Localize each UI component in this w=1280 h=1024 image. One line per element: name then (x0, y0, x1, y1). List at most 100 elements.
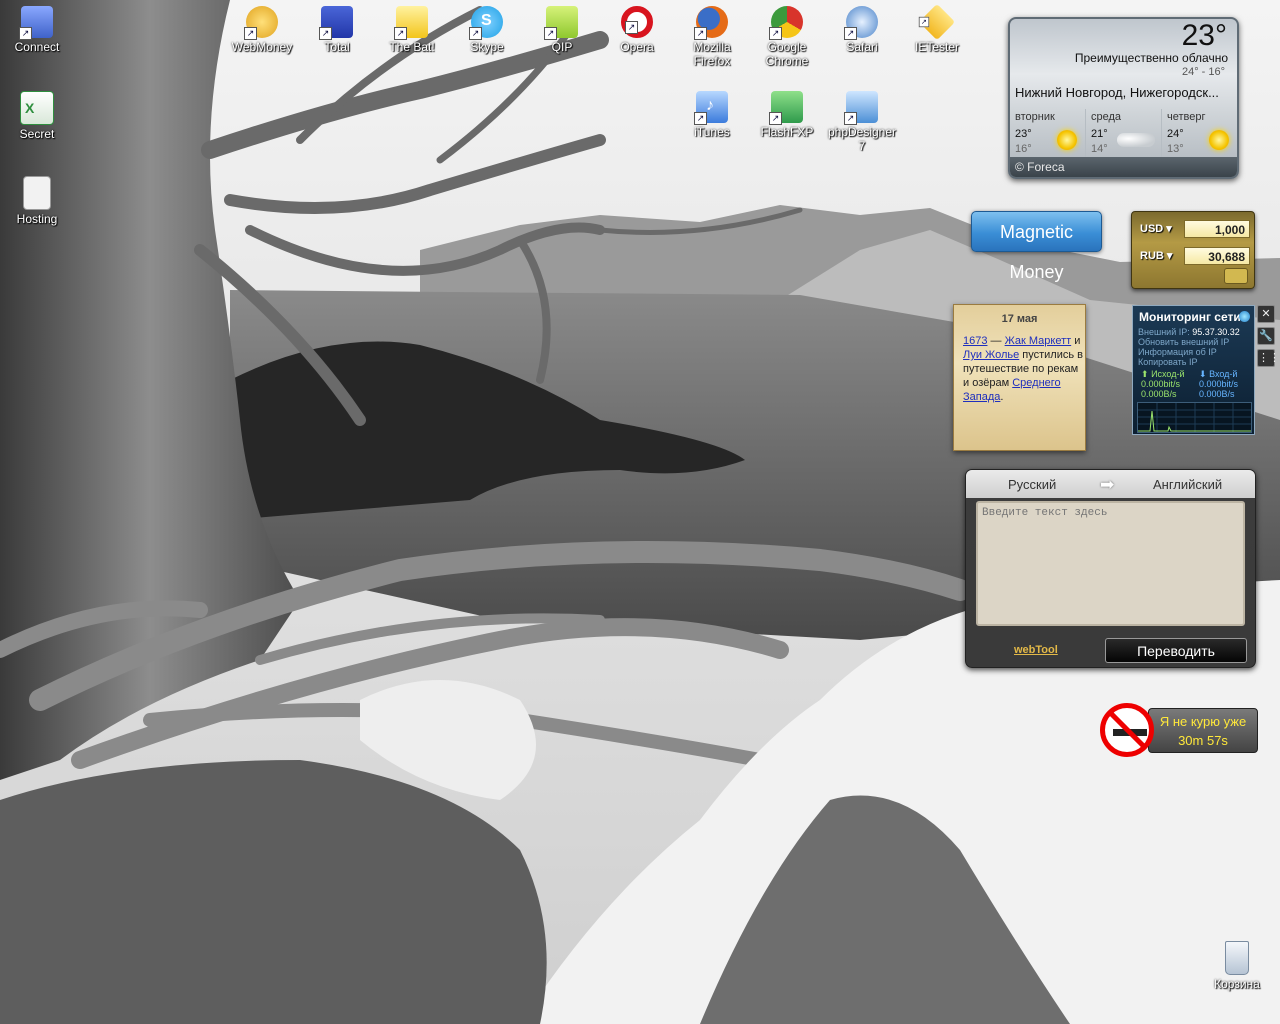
weather-forecast: вторник 23° 16° среда 21° 14° четверг 24… (1010, 109, 1237, 159)
desktop-icon-firefox[interactable]: ↗ Mozilla Firefox (674, 0, 750, 68)
chrome-icon: ↗ (769, 6, 803, 40)
flashfxp-icon: ↗ (769, 91, 803, 125)
sun-icon (1209, 130, 1229, 150)
target-language[interactable]: Английский (1153, 477, 1222, 492)
netmon-info-link[interactable]: Информация об IP (1138, 347, 1217, 357)
weather-provider-link[interactable]: © Foreca (1010, 157, 1237, 177)
desktop-icon-label: Корзина (1214, 977, 1260, 991)
desktop-icon-label: QIP (551, 40, 573, 54)
webmoney-icon: ↗ (244, 6, 278, 40)
webtool-link[interactable]: webTool (1014, 644, 1058, 656)
weather-gadget[interactable]: 23° Преимущественно облачно 24° - 16° Ни… (1008, 17, 1239, 179)
no-smoking-icon (1100, 703, 1154, 757)
forecast-day: среда 21° 14° (1086, 109, 1162, 159)
translation-input[interactable] (976, 501, 1245, 626)
forecast-low: 13° (1167, 143, 1184, 155)
desktop-icon-hosting[interactable]: Hosting (0, 170, 75, 226)
desktop-icon-flashfxp[interactable]: ↗ FlashFXP (749, 85, 825, 139)
desktop-icon-connect[interactable]: ↗ Connect (0, 0, 75, 54)
coins-icon (1224, 268, 1248, 284)
netmon-title: Мониторинг сети (1139, 310, 1241, 324)
netmon-ip: Внешний IP: 95.37.30.32 (1138, 327, 1240, 337)
desktop-icon-skype[interactable]: S ↗ Skype (449, 0, 525, 54)
currency-gadget[interactable]: USD ▾ 1,000 RUB ▾ 30,688 (1131, 211, 1255, 289)
firefox-icon: ↗ (694, 6, 728, 40)
forecast-day: четверг 24° 13° (1162, 109, 1237, 159)
opera-icon: ↗ (621, 6, 653, 38)
translator-gadget: Русский ➡ Английский webTool Переводить (965, 469, 1256, 668)
phpdesigner-icon: ↗ (844, 91, 878, 125)
desktop-icon-label: IETester (914, 40, 959, 54)
desktop-icon-label: Safari (846, 40, 878, 54)
forecast-day-name: вторник (1015, 111, 1055, 123)
forecast-low: 16° (1015, 143, 1032, 155)
desktop-icon-phpdesigner[interactable]: ↗ phpDesigner 7 (824, 85, 900, 153)
currency-value[interactable]: 1,000 (1184, 220, 1250, 238)
desktop-icon-label: Secret (19, 127, 55, 141)
history-date: 17 мая (1001, 313, 1038, 325)
desktop-icon-label: FlashFXP (760, 125, 814, 139)
history-person-link[interactable]: Луи Жолье (963, 349, 1019, 361)
currency-row-usd[interactable]: USD ▾ 1,000 (1138, 220, 1250, 240)
history-person-link[interactable]: Жак Маркетт (1005, 335, 1072, 347)
forecast-day-name: среда (1091, 111, 1122, 123)
globe-icon (1239, 311, 1250, 322)
netmon-refresh-link[interactable]: Обновить внешний IP (1138, 337, 1229, 347)
source-language[interactable]: Русский (1008, 477, 1056, 492)
upload-arrow-icon: ⬆ (1141, 369, 1149, 379)
recycle-bin-icon (1225, 941, 1249, 975)
currency-code[interactable]: RUB ▾ (1140, 249, 1172, 262)
traffic-graph (1137, 402, 1252, 433)
drag-handle-icon[interactable]: ⋮⋮ (1257, 349, 1280, 367)
swap-direction-arrow-icon[interactable]: ➡ (1100, 475, 1114, 495)
document-icon (23, 176, 51, 210)
quit-smoking-gadget: Я не курю уже 30m 57s (1100, 703, 1258, 758)
settings-wrench-icon[interactable]: 🔧 (1257, 327, 1275, 345)
forecast-high: 23° (1015, 128, 1032, 140)
weather-range: 24° - 16° (1181, 66, 1225, 78)
desktop-icon-label: WebMoney (231, 40, 293, 54)
the-bat-icon: ↗ (394, 6, 428, 40)
netmon-incoming: ⬇ Вход-й 0.000bit/s 0.000B/s (1199, 369, 1239, 399)
history-year-link[interactable]: 1673 (963, 335, 987, 347)
netmon-copy-link[interactable]: Копировать IP (1138, 357, 1197, 367)
forecast-high: 24° (1167, 128, 1184, 140)
currency-value[interactable]: 30,688 (1184, 247, 1250, 265)
history-text: 1673 — Жак Маркетт и Луи Жолье пустились… (963, 335, 1083, 403)
forecast-low: 14° (1091, 143, 1108, 155)
forecast-day: вторник 23° 16° (1010, 109, 1086, 159)
desktop-icon-secret[interactable]: X Secret (0, 85, 75, 141)
desktop-icon-label: Connect (14, 40, 60, 54)
desktop-icon-label: Total (324, 40, 350, 54)
close-icon[interactable]: ✕ (1257, 305, 1275, 323)
forecast-day-name: четверг (1167, 111, 1206, 123)
translate-button[interactable]: Переводить (1105, 638, 1247, 663)
desktop-icon-label: Hosting (16, 212, 58, 226)
total-commander-icon: ↗ (319, 6, 353, 40)
network-connection-icon: ↗ (19, 6, 53, 40)
desktop-icon-label: phpDesigner 7 (827, 125, 897, 153)
desktop-icon-label: iTunes (694, 125, 730, 139)
weather-condition: Преимущественно облачно (1074, 51, 1228, 65)
desktop-icon-opera[interactable]: ↗ Opera (599, 0, 675, 54)
desktop-icon-itunes[interactable]: ♪ ↗ iTunes (674, 85, 750, 139)
desktop-icon-label: Google Chrome (765, 40, 809, 68)
translator-language-bar: Русский ➡ Английский (966, 470, 1255, 498)
desktop-icon-total[interactable]: ↗ Total (299, 0, 375, 54)
quit-smoking-counter: Я не курю уже 30m 57s (1148, 708, 1258, 753)
desktop-icon-chrome[interactable]: ↗ Google Chrome (749, 0, 825, 68)
desktop-icon-the-bat[interactable]: ↗ The Bat! (374, 0, 450, 54)
forecast-high: 21° (1091, 128, 1108, 140)
currency-row-rub[interactable]: RUB ▾ 30,688 (1138, 247, 1250, 267)
desktop-icon-webmoney[interactable]: ↗ WebMoney (224, 0, 300, 54)
currency-code[interactable]: USD ▾ (1140, 222, 1172, 235)
desktop-icon-safari[interactable]: ↗ Safari (824, 0, 900, 54)
desktop-icon-recycle-bin[interactable]: Корзина (1199, 935, 1275, 991)
desktop-icon-label: The Bat! (389, 40, 435, 54)
ietester-icon: ↗ (918, 3, 956, 41)
magnetic-money-button[interactable]: Magnetic Money (971, 211, 1102, 282)
quit-smoking-time: 30m 57s (1178, 733, 1228, 748)
desktop-icon-ietester[interactable]: ↗ IETester (899, 0, 975, 54)
weather-temperature: 23° (1181, 19, 1227, 52)
desktop-icon-qip[interactable]: ↗ QIP (524, 0, 600, 54)
